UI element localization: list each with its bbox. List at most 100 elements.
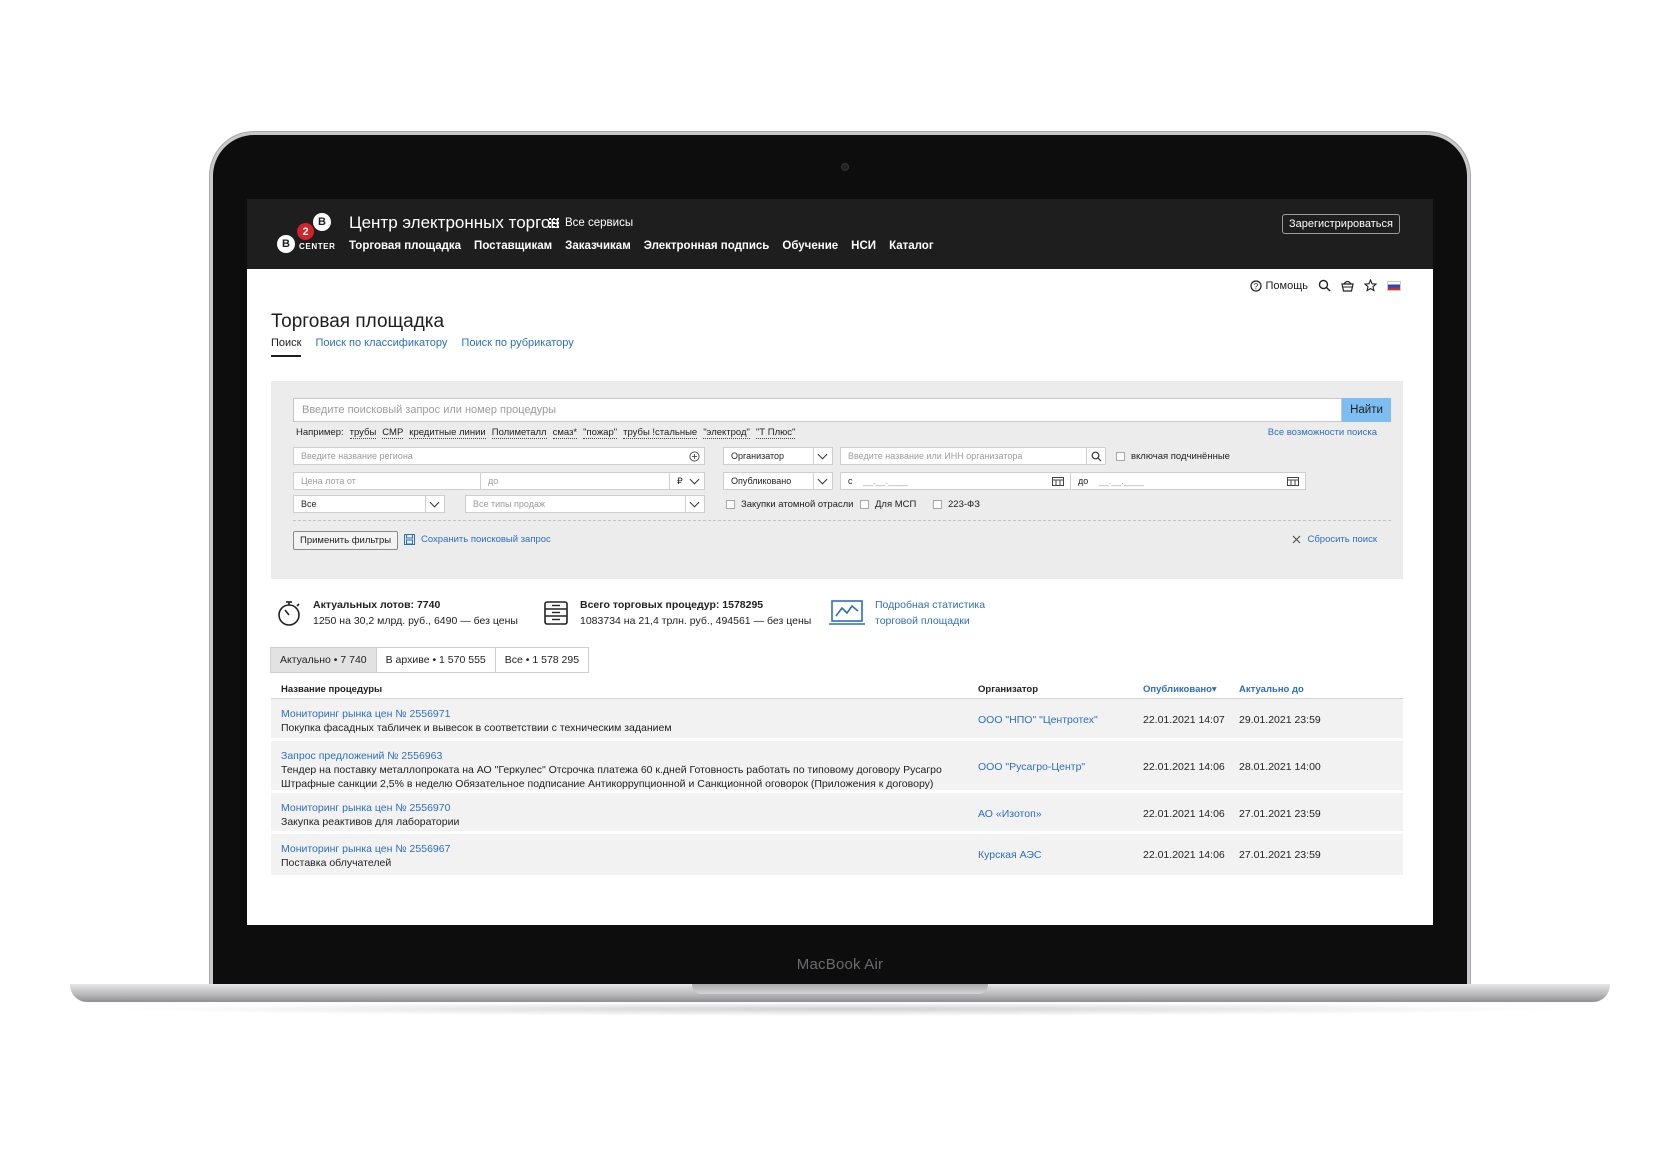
apply-filters-button[interactable]: Применить фильтры (293, 531, 399, 550)
date-from-mask: __.__.____ (863, 476, 909, 486)
date-from-input[interactable]: с __.__.____ (840, 472, 1071, 490)
floppy-icon (404, 534, 415, 545)
screen: B 2 B CENTER Центр электронных торгов Вс… (247, 199, 1433, 925)
nav-item[interactable]: НСИ (851, 240, 876, 252)
logo-word: CENTER (299, 242, 336, 251)
date-to-input[interactable]: до __.__.____ (1070, 472, 1306, 490)
include-subordinate-label: включая подчинённые (1131, 451, 1230, 462)
organizer-link[interactable]: Курская АЭС (978, 849, 1042, 861)
sale-types-select[interactable]: Все типы продаж (465, 495, 705, 513)
reset-search-link[interactable]: Сбросить поиск (1292, 534, 1377, 545)
star-icon[interactable] (1364, 279, 1377, 292)
column-published[interactable]: Опубликовано▾ (1143, 684, 1217, 695)
tab-archive[interactable]: В архиве • 1 570 555 (375, 647, 496, 673)
flag-ru-icon[interactable] (1387, 280, 1401, 291)
filter-panel: Введите поисковый запрос или номер проце… (271, 381, 1403, 579)
detailed-statistics-link[interactable]: Подробная статистика торговой площадки (829, 599, 985, 627)
nav-item[interactable]: Торговая площадка (349, 240, 461, 252)
example-link[interactable]: "электрод" (703, 427, 750, 439)
sale-types-value: Все типы продаж (473, 499, 545, 509)
add-circle-icon[interactable] (689, 451, 700, 462)
save-query-label: Сохранить поисковый запрос (421, 534, 551, 545)
divider (293, 520, 1391, 521)
nav-item[interactable]: Заказчикам (565, 240, 631, 252)
actual-lots-stat: Актуальных лотов: 7740 1250 на 30,2 млрд… (275, 599, 518, 627)
atomic-industry-label: Закупки атомной отрасли (741, 499, 854, 510)
tab-search[interactable]: Поиск (271, 337, 302, 357)
example-link[interactable]: "пожар" (583, 427, 618, 439)
column-published-label: Опубликовано (1143, 684, 1212, 695)
price-from-input[interactable]: Цена лота от (293, 472, 481, 490)
procedure-description: Поставка облучателей (281, 857, 392, 869)
all-services-button[interactable]: Все сервисы (549, 217, 633, 229)
include-subordinate-checkbox[interactable]: включая подчинённые (1116, 451, 1230, 462)
example-link[interactable]: СМР (382, 427, 404, 439)
procedure-link[interactable]: Мониторинг рынка цен № 2556971 (281, 707, 971, 721)
procedure-link[interactable]: Запрос предложений № 2556963 (281, 749, 971, 763)
published-select[interactable]: Опубликовано (723, 472, 833, 490)
published-date: 22.01.2021 14:07 (1143, 714, 1225, 726)
site-title[interactable]: Центр электронных торгов (349, 213, 559, 233)
price-to-input[interactable]: до (480, 472, 670, 490)
search-icon[interactable] (1091, 451, 1102, 462)
logo-letter: B (313, 213, 331, 231)
currency-value: ₽ (677, 476, 683, 486)
register-button[interactable]: Зарегистрироваться (1281, 214, 1400, 234)
procedure-link[interactable]: Мониторинг рынка цен № 2556967 (281, 842, 971, 856)
search-input[interactable]: Введите поисковый запрос или номер проце… (293, 398, 1342, 422)
tab-actual[interactable]: Актуально • 7 740 (270, 647, 377, 673)
organizer-select[interactable]: Организатор (723, 447, 833, 465)
fz223-checkbox[interactable]: 223-ФЗ (933, 499, 980, 510)
tab-all[interactable]: Все • 1 578 295 (494, 647, 590, 673)
organizer-link[interactable]: ООО "Русагро-Центр" (978, 761, 1085, 773)
total-procedures-subtitle: 1083734 на 21,4 трлн. руб., 494561 — без… (580, 615, 812, 627)
b2b-center-logo[interactable]: B 2 B CENTER (277, 213, 337, 257)
calendar-icon[interactable] (1287, 477, 1299, 486)
total-procedures-title: Всего торговых процедур: 1578295 (580, 599, 764, 611)
example-link[interactable]: трубы (349, 427, 377, 439)
search-examples: Например: трубы СМР кредитные линии Поли… (296, 427, 796, 439)
calendar-icon[interactable] (1052, 477, 1064, 486)
organizer-link[interactable]: ООО "НПО" "Центротех" (978, 714, 1098, 726)
example-link[interactable]: Полиметалл (491, 427, 547, 439)
status-select[interactable]: Все (293, 495, 445, 513)
example-link[interactable]: кредитные линии (409, 427, 486, 439)
organizer-select-value: Организатор (731, 451, 785, 461)
nav-item[interactable]: Поставщикам (474, 240, 552, 252)
procedure-link[interactable]: Мониторинг рынка цен № 2556970 (281, 801, 971, 815)
table-row: Мониторинг рынка цен № 2556971 Покупка фа… (271, 699, 1403, 741)
actual-till-date: 29.01.2021 23:59 (1239, 714, 1321, 726)
date-to-mask: __.__.____ (1098, 476, 1144, 486)
organizer-placeholder: Введите название или ИНН организатора (848, 451, 1023, 461)
tab-rubricator-search[interactable]: Поиск по рубрикатору (461, 337, 573, 357)
currency-select[interactable]: ₽ (669, 472, 705, 490)
find-button[interactable]: Найти (1342, 398, 1391, 422)
date-from-label: с (848, 476, 853, 486)
column-organizer: Организатор (978, 684, 1039, 695)
column-actual-till[interactable]: Актуально до (1239, 684, 1304, 695)
published-select-value: Опубликовано (731, 476, 792, 486)
example-link[interactable]: смаз* (552, 427, 578, 439)
stopwatch-icon (278, 601, 300, 626)
procedures-table: Название процедуры Организатор Опубликов… (271, 679, 1403, 878)
example-link[interactable]: "Т Плюс" (755, 427, 796, 439)
region-input[interactable]: Введите название региона (293, 447, 705, 465)
organizer-link[interactable]: АО «Изотоп» (978, 808, 1042, 820)
atomic-industry-checkbox[interactable]: Закупки атомной отрасли (726, 499, 853, 510)
nav-item[interactable]: Каталог (889, 240, 934, 252)
chevron-down-icon (690, 476, 700, 486)
example-link[interactable]: трубы !стальные (623, 427, 698, 439)
search-icon[interactable] (1318, 279, 1331, 292)
organizer-input[interactable]: Введите название или ИНН организатора (840, 447, 1106, 465)
tab-classifier-search[interactable]: Поиск по классификатору (315, 337, 447, 357)
msp-checkbox[interactable]: Для МСП (860, 499, 916, 510)
save-query-link[interactable]: Сохранить поисковый запрос (404, 534, 551, 545)
nav-item[interactable]: Обучение (782, 240, 838, 252)
column-name: Название процедуры (281, 684, 383, 695)
nav-item[interactable]: Электронная подпись (644, 240, 770, 252)
basket-icon[interactable] (1341, 279, 1354, 292)
help-link[interactable]: ? Помощь (1249, 280, 1308, 292)
all-search-options-link[interactable]: Все возможности поиска (1268, 427, 1377, 438)
close-icon (1293, 535, 1301, 544)
statistics-link-line2: торговой площадки (875, 615, 970, 627)
